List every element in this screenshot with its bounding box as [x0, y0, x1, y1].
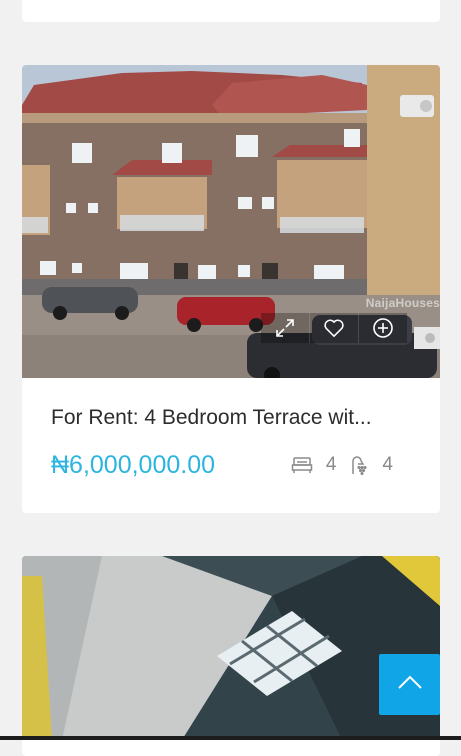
listing-title[interactable]: For Rent: 4 Bedroom Terrace wit... [51, 406, 411, 430]
listing-photo[interactable]: NaijaHouses [22, 65, 440, 378]
watermark-text: NaijaHouses [365, 296, 440, 310]
listing-specs: 4 4 [278, 454, 393, 476]
favorite-button[interactable] [310, 313, 359, 343]
next-listing-card[interactable] [22, 556, 440, 756]
bathrooms-spec: 4 [349, 454, 393, 476]
bathrooms-count: 4 [382, 454, 393, 475]
next-listing-photo[interactable] [22, 556, 440, 740]
bottom-edge-bar [0, 736, 461, 740]
shower-icon [349, 455, 369, 475]
bedrooms-spec: 4 [291, 454, 337, 476]
heart-icon [323, 318, 345, 338]
scroll-top-button[interactable] [379, 654, 440, 715]
listing-card[interactable]: NaijaHouses For Rent: 4 Bedroom Terrace … [22, 65, 440, 513]
photo-actions [261, 313, 407, 343]
listing-price: ₦6,000,000.00 [51, 451, 216, 479]
expand-button[interactable] [261, 313, 310, 343]
bedrooms-count: 4 [325, 454, 337, 475]
previous-listing-card[interactable] [22, 0, 440, 22]
chevron-up-icon [397, 674, 423, 695]
plus-circle-icon [372, 317, 394, 339]
compare-button[interactable] [359, 313, 407, 343]
expand-icon [274, 317, 296, 339]
bed-icon [291, 456, 313, 474]
